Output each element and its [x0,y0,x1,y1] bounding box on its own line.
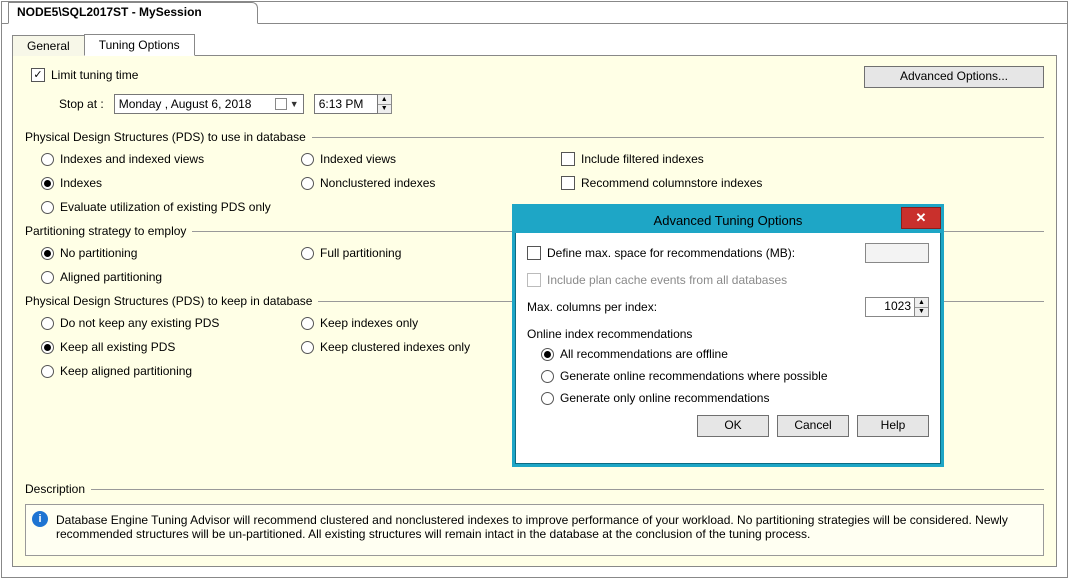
dialog-close-button[interactable]: ✕ [901,207,941,229]
radio-do-not-keep[interactable]: Do not keep any existing PDS [41,316,291,330]
max-space-label: Define max. space for recommendations (M… [547,246,865,260]
radio-indexed-views[interactable]: Indexed views [301,152,551,166]
time-spinner[interactable]: ▲ ▼ [378,94,392,114]
info-icon: i [32,511,48,527]
max-cols-label: Max. columns per index: [527,300,865,314]
partition-legend: Partitioning strategy to employ [25,224,192,238]
radio-nonclustered[interactable]: Nonclustered indexes [301,176,551,190]
description-box: i Database Engine Tuning Advisor will re… [25,504,1044,556]
plan-cache-label: Include plan cache events from all datab… [547,273,787,287]
chevron-down-icon: ▼ [290,99,299,109]
stop-at-time-value: 6:13 PM [319,97,364,111]
limit-tuning-time-checkbox[interactable] [31,68,45,82]
online-recs-legend: Online index recommendations [527,327,929,341]
limit-tuning-time-label: Limit tuning time [51,68,138,82]
radio-all-offline[interactable]: All recommendations are offline [541,347,929,361]
radio-aligned-partitioning[interactable]: Aligned partitioning [41,270,291,284]
tab-tuning-options[interactable]: Tuning Options [84,34,195,56]
spinner-up-icon[interactable]: ▲ [915,298,928,307]
radio-indexes[interactable]: Indexes [41,176,291,190]
pds-use-group: Physical Design Structures (PDS) to use … [25,130,1044,214]
max-cols-spinner[interactable]: ▲ ▼ [915,297,929,317]
max-space-input[interactable] [865,243,929,263]
radio-online-where-possible[interactable]: Generate online recommendations where po… [541,369,929,383]
stop-at-date-picker[interactable]: Monday , August 6, 2018 ▼ [114,94,304,114]
radio-indexes-and-views[interactable]: Indexes and indexed views [41,152,291,166]
description-legend: Description [25,482,91,496]
spinner-down-icon[interactable]: ▼ [378,104,391,114]
calendar-icon [275,98,287,110]
tab-general[interactable]: General [12,35,85,56]
close-icon: ✕ [916,210,927,226]
check-include-filtered[interactable]: Include filtered indexes [561,152,1044,166]
max-cols-input[interactable]: 1023 [865,297,915,317]
radio-no-partitioning[interactable]: No partitioning [41,246,291,260]
dialog-title-text: Advanced Tuning Options [654,213,803,228]
cancel-button[interactable]: Cancel [777,415,849,437]
session-tab[interactable]: NODE5\SQL2017ST - MySession [8,2,258,24]
dialog-titlebar[interactable]: Advanced Tuning Options ✕ [515,207,941,233]
stop-at-time-field[interactable]: 6:13 PM [314,94,378,114]
ok-button[interactable]: OK [697,415,769,437]
advanced-options-button[interactable]: Advanced Options... [864,66,1044,88]
radio-keep-aligned-part[interactable]: Keep aligned partitioning [41,364,291,378]
advanced-tuning-dialog: Advanced Tuning Options ✕ Define max. sp… [512,204,944,467]
stop-at-label: Stop at : [59,97,104,111]
radio-keep-all[interactable]: Keep all existing PDS [41,340,291,354]
stop-at-date-value: Monday , August 6, 2018 [119,97,252,111]
pds-use-legend: Physical Design Structures (PDS) to use … [25,130,312,144]
radio-only-online[interactable]: Generate only online recommendations [541,391,929,405]
check-recommend-columnstore[interactable]: Recommend columnstore indexes [561,176,1044,190]
spinner-up-icon[interactable]: ▲ [378,95,391,104]
description-text: Database Engine Tuning Advisor will reco… [56,513,1008,541]
help-button[interactable]: Help [857,415,929,437]
spinner-down-icon[interactable]: ▼ [915,307,928,317]
pds-keep-legend: Physical Design Structures (PDS) to keep… [25,294,318,308]
check-plan-cache [527,273,541,287]
check-max-space[interactable] [527,246,541,260]
